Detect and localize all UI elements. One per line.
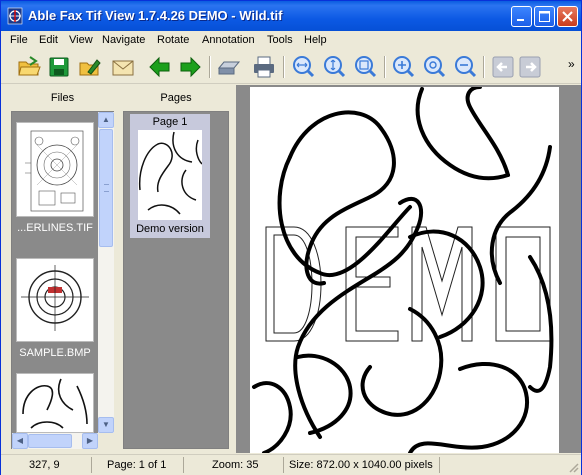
status-size: Size: 872.00 x 1040.00 pixels — [289, 459, 433, 471]
file-label[interactable]: SAMPLE.BMP — [14, 347, 96, 359]
resize-grip-icon[interactable] — [567, 461, 579, 473]
files-panel-header: Files — [50, 92, 75, 104]
toolbar-separator — [283, 56, 285, 78]
fit-page-icon[interactable] — [352, 54, 378, 80]
menu-tools[interactable]: Tools — [267, 34, 293, 46]
status-separator — [283, 457, 284, 473]
save-icon[interactable] — [46, 54, 72, 80]
open-folder-icon[interactable] — [16, 54, 42, 80]
toolbar-separator — [209, 56, 211, 78]
scroll-grip — [104, 184, 109, 192]
page-caption: Demo version — [136, 223, 204, 235]
status-separator — [183, 457, 184, 473]
page-title: Page 1 — [152, 116, 188, 128]
menu-navigate[interactable]: Navigate — [102, 34, 145, 46]
arrow-left-icon[interactable] — [147, 54, 173, 80]
fit-height-icon[interactable] — [321, 54, 347, 80]
status-separator — [91, 457, 92, 473]
menu-bar: File Edit View Navigate Rotate Annotatio… — [1, 31, 581, 51]
status-bar: 327, 9 Page: 1 of 1 Zoom: 35 Size: 872.0… — [1, 454, 581, 475]
menu-help[interactable]: Help — [304, 34, 327, 46]
zoom-in-icon[interactable] — [390, 54, 416, 80]
scroll-left-button[interactable]: ◀ — [12, 433, 28, 449]
hscroll-thumb[interactable] — [28, 434, 72, 448]
wild-tif-thumbnail — [22, 378, 88, 429]
document-viewer[interactable] — [236, 85, 581, 453]
close-icon — [562, 11, 573, 22]
scroll-corner — [98, 433, 114, 449]
menu-edit[interactable]: Edit — [39, 34, 58, 46]
page-thumbnail — [138, 130, 203, 220]
mechanical-drawing-thumbnail — [25, 130, 84, 212]
scroll-right-button[interactable]: ▶ — [82, 433, 98, 449]
status-coords: 327, 9 — [29, 459, 60, 471]
toolbar: » — [1, 51, 581, 84]
maximize-button[interactable] — [534, 6, 555, 27]
menu-view[interactable]: View — [69, 34, 93, 46]
toolbar-separator — [483, 56, 485, 78]
scroll-up-button[interactable]: ▲ — [98, 112, 114, 128]
page-item-1[interactable]: Page 1 Demo version — [130, 114, 210, 238]
wild-image-canvas — [252, 87, 554, 453]
app-logo-icon — [7, 7, 23, 25]
edit-document-icon[interactable] — [76, 54, 102, 80]
minimize-button[interactable] — [511, 6, 532, 27]
status-page: Page: 1 of 1 — [107, 459, 167, 471]
email-icon[interactable] — [110, 54, 136, 80]
files-horizontal-scrollbar[interactable]: ◀ ▶ — [12, 433, 98, 449]
file-thumbnail[interactable] — [16, 258, 94, 342]
file-thumbnail[interactable] — [16, 373, 94, 433]
previous-page-icon[interactable] — [490, 54, 516, 80]
scanner-icon[interactable] — [216, 54, 242, 80]
menu-annotation[interactable]: Annotation — [202, 34, 255, 46]
toolbar-overflow-chevron[interactable]: » — [568, 57, 575, 71]
next-page-icon[interactable] — [517, 54, 543, 80]
scroll-thumb[interactable] — [99, 129, 113, 247]
zoom-actual-icon[interactable] — [421, 54, 447, 80]
status-separator — [439, 457, 440, 473]
fit-width-icon[interactable] — [290, 54, 316, 80]
scroll-down-button[interactable]: ▼ — [98, 417, 114, 433]
menu-rotate[interactable]: Rotate — [157, 34, 189, 46]
sample-bmp-thumbnail — [21, 265, 89, 331]
printer-icon[interactable] — [251, 54, 277, 80]
title-bar[interactable]: Able Fax Tif View 1.7.4.26 DEMO - Wild.t… — [1, 1, 581, 31]
menu-file[interactable]: File — [10, 34, 28, 46]
leaf-strokes — [252, 87, 554, 453]
file-thumbnail[interactable] — [16, 122, 94, 217]
files-vertical-scrollbar[interactable]: ▲ ▼ — [98, 112, 114, 433]
pages-panel-header: Pages — [160, 92, 192, 104]
wild-page-thumbnail — [138, 131, 203, 215]
status-zoom: Zoom: 35 — [212, 459, 259, 471]
toolbar-separator — [384, 56, 386, 78]
close-button[interactable] — [557, 6, 578, 27]
zoom-out-icon[interactable] — [452, 54, 478, 80]
window-title: Able Fax Tif View 1.7.4.26 DEMO - Wild.t… — [28, 8, 283, 23]
app-window: Able Fax Tif View 1.7.4.26 DEMO - Wild.t… — [0, 0, 582, 475]
pages-panel: Page 1 Demo version — [123, 111, 229, 449]
maximize-icon — [539, 11, 550, 22]
files-panel: ...ERLINES.TIF SAMPLE.BMP ▲ ▼ ◀ ▶ — [11, 111, 114, 449]
file-label[interactable]: ...ERLINES.TIF — [14, 222, 96, 234]
document-page[interactable] — [250, 87, 559, 453]
arrow-right-icon[interactable] — [177, 54, 203, 80]
minimize-icon — [517, 19, 524, 21]
